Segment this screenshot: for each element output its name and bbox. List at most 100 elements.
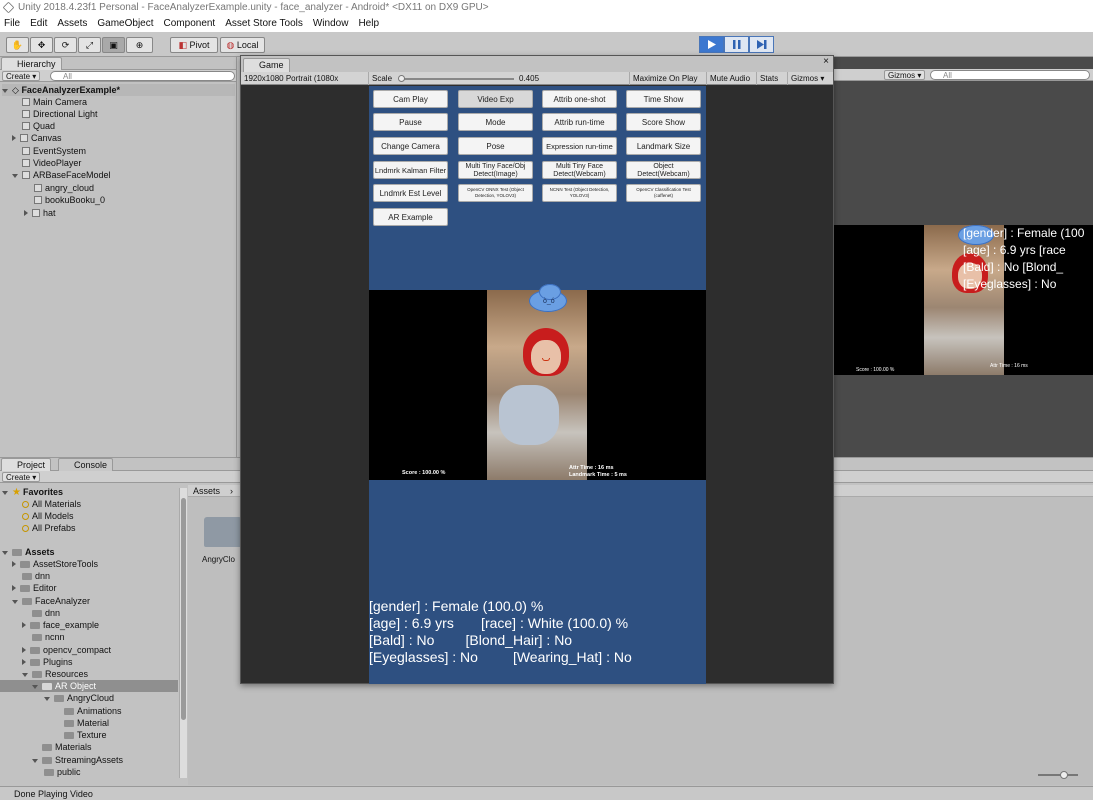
folder-item[interactable]: Material bbox=[64, 717, 109, 729]
favorite-item[interactable]: All Materials bbox=[22, 498, 81, 510]
ar-example-button[interactable]: AR Example bbox=[373, 208, 448, 226]
folder-item[interactable]: dnn bbox=[32, 607, 60, 619]
gizmos-dropdown[interactable]: Gizmos ▾ bbox=[787, 72, 827, 85]
folder-item[interactable]: face_example bbox=[22, 619, 99, 631]
tab-console[interactable]: Console bbox=[58, 458, 114, 471]
multi-tiny-face-obj-detect-image-button[interactable]: Multi Tiny Face/Obj Detect(Image) bbox=[458, 161, 533, 179]
hierarchy-item[interactable]: hat bbox=[24, 207, 56, 219]
tab-game[interactable]: Game bbox=[243, 58, 290, 72]
time-show-button[interactable]: Time Show bbox=[626, 90, 701, 108]
resolution-dropdown[interactable]: 1920x1080 Portrait (1080x bbox=[241, 72, 366, 85]
mute-audio-toggle[interactable]: Mute Audio bbox=[706, 72, 753, 85]
expression-run-time-button[interactable]: Expression run-time bbox=[542, 137, 617, 155]
stats-toggle[interactable]: Stats bbox=[756, 72, 781, 85]
hierarchy-item[interactable]: ARBaseFaceModel bbox=[12, 169, 111, 181]
breadcrumb-assets[interactable]: Assets bbox=[193, 485, 220, 497]
transform-tool-icon[interactable]: ⊕ bbox=[126, 37, 153, 53]
hierarchy-item[interactable]: VideoPlayer bbox=[22, 157, 81, 169]
maximize-on-play-toggle[interactable]: Maximize On Play bbox=[629, 72, 700, 85]
step-button[interactable] bbox=[749, 36, 774, 53]
landmark-size-button[interactable]: Landmark Size bbox=[626, 137, 701, 155]
scale-slider[interactable]: Scale 0.405 bbox=[368, 72, 630, 85]
pause-button[interactable] bbox=[724, 36, 749, 53]
breadcrumb-chevron-icon: › bbox=[230, 486, 233, 496]
angrycloud-folder-icon[interactable] bbox=[204, 517, 242, 547]
folder-item[interactable]: ncnn bbox=[32, 631, 65, 643]
rotate-tool-icon[interactable]: ⟳ bbox=[54, 37, 77, 53]
favorite-item[interactable]: All Prefabs bbox=[22, 522, 76, 534]
change-camera-button[interactable]: Change Camera bbox=[373, 137, 448, 155]
folder-item[interactable]: StreamingAssets bbox=[32, 754, 123, 766]
lndmrk-est-level-button[interactable]: Lndmrk Est Level bbox=[373, 184, 448, 202]
folder-item[interactable]: dnn bbox=[22, 570, 50, 582]
hierarchy-create-button[interactable]: Create ▾ bbox=[2, 71, 41, 81]
close-icon[interactable]: × bbox=[823, 56, 829, 67]
project-tree-scrollbar[interactable] bbox=[179, 488, 187, 778]
lndmrk-kalman-filter-button[interactable]: Lndmrk Kalman Filter bbox=[373, 161, 448, 179]
hierarchy-search-input[interactable]: All bbox=[50, 71, 235, 81]
attrib-run-time-button[interactable]: Attrib run-time bbox=[542, 113, 617, 131]
multi-tiny-face-detect-webcam-button[interactable]: Multi Tiny Face Detect(Webcam) bbox=[542, 161, 617, 179]
menu-asset-store-tools[interactable]: Asset Store Tools bbox=[225, 18, 303, 29]
hierarchy-item[interactable]: Main Camera bbox=[22, 96, 87, 108]
attrib-one-shot-button[interactable]: Attrib one-shot bbox=[542, 90, 617, 108]
hierarchy-item[interactable]: EventSystem bbox=[22, 145, 86, 157]
scale-track[interactable] bbox=[399, 78, 514, 80]
folder-item[interactable]: Resources bbox=[22, 668, 88, 680]
menu-file[interactable]: File bbox=[4, 18, 20, 29]
pose-button[interactable]: Pose bbox=[458, 137, 533, 155]
play-button[interactable] bbox=[699, 36, 724, 53]
menu-component[interactable]: Component bbox=[164, 18, 216, 29]
hierarchy-item[interactable]: angry_cloud bbox=[34, 182, 94, 194]
scale-thumb[interactable] bbox=[398, 75, 405, 82]
folder-item[interactable]: FaceAnalyzer bbox=[12, 595, 90, 607]
folder-item[interactable]: public bbox=[44, 766, 81, 778]
opencv-classification-test-button[interactable]: OpenCV Classification Test (caffenet) bbox=[626, 184, 701, 202]
menu-edit[interactable]: Edit bbox=[30, 18, 47, 29]
folder-item[interactable]: AngryCloud bbox=[44, 692, 114, 704]
object-detect-webcam-button[interactable]: Object Detect(Webcam) bbox=[626, 161, 701, 179]
folder-item[interactable]: AssetStoreTools bbox=[12, 558, 98, 570]
folder-item[interactable]: Animations bbox=[64, 705, 122, 717]
hand-tool-icon[interactable]: ✋ bbox=[6, 37, 29, 53]
folder-item[interactable]: Editor bbox=[12, 582, 57, 594]
score-show-button[interactable]: Score Show bbox=[626, 113, 701, 131]
folder-item[interactable]: Texture bbox=[64, 729, 107, 741]
rect-tool-icon[interactable]: ▣ bbox=[102, 37, 125, 53]
hierarchy-item[interactable]: Directional Light bbox=[22, 108, 98, 120]
assets-root[interactable]: Assets bbox=[2, 546, 55, 558]
hierarchy-item[interactable]: bookuBooku_0 bbox=[34, 194, 105, 206]
local-toggle[interactable]: ◍ Local bbox=[220, 37, 265, 53]
ncnn-test-button[interactable]: NCNN Test (Object Detection, YOLOV3) bbox=[542, 184, 617, 202]
zoom-slider-thumb[interactable] bbox=[1060, 771, 1068, 779]
cam-play-button[interactable]: Cam Play bbox=[373, 90, 448, 108]
tab-project[interactable]: Project bbox=[1, 458, 52, 471]
favorite-item[interactable]: All Models bbox=[22, 510, 74, 522]
scene-search-input[interactable]: All bbox=[930, 70, 1090, 80]
folder-item-selected[interactable]: AR Object bbox=[0, 680, 178, 692]
menu-window[interactable]: Window bbox=[313, 18, 349, 29]
favorites-header[interactable]: ★ Favorites bbox=[2, 486, 63, 498]
zoom-slider[interactable] bbox=[1038, 771, 1078, 779]
scale-tool-icon[interactable]: ⤢ bbox=[78, 37, 101, 53]
project-create-button[interactable]: Create ▾ bbox=[2, 472, 41, 482]
scrollbar-thumb[interactable] bbox=[181, 498, 186, 720]
tab-hierarchy[interactable]: Hierarchy bbox=[1, 57, 62, 70]
move-tool-icon[interactable]: ✥ bbox=[30, 37, 53, 53]
scene-root[interactable]: ◇ FaceAnalyzerExample* bbox=[2, 84, 235, 96]
video-exp-button[interactable]: Video Exp bbox=[458, 90, 533, 108]
hierarchy-item[interactable]: Quad bbox=[22, 120, 55, 132]
scene-gizmos-button[interactable]: Gizmos ▾ bbox=[884, 70, 926, 80]
hierarchy-item[interactable]: Canvas bbox=[12, 132, 62, 144]
menu-assets[interactable]: Assets bbox=[57, 18, 87, 29]
mode-button[interactable]: Mode bbox=[458, 113, 533, 131]
pivot-toggle[interactable]: ◧ Pivot bbox=[170, 37, 218, 53]
folder-item[interactable]: opencv_compact bbox=[22, 644, 111, 656]
folder-thumb-label[interactable]: AngryClo bbox=[202, 555, 235, 564]
menu-gameobject[interactable]: GameObject bbox=[97, 18, 153, 29]
pause-game-button[interactable]: Pause bbox=[373, 113, 448, 131]
folder-item[interactable]: Materials bbox=[42, 741, 92, 753]
folder-item[interactable]: Plugins bbox=[22, 656, 73, 668]
opencv-onnx-test-button[interactable]: OpenCV ONNX Test (Object Detection, YOLO… bbox=[458, 184, 533, 202]
menu-help[interactable]: Help bbox=[358, 18, 379, 29]
